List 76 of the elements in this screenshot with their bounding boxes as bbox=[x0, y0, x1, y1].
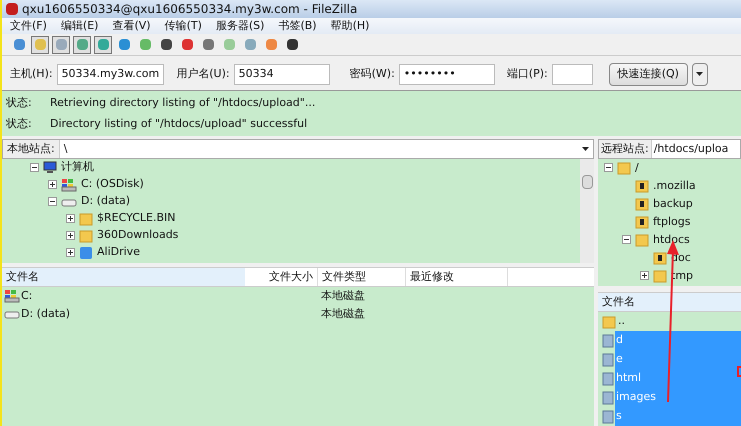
app-logo-icon bbox=[6, 3, 18, 15]
app-icon bbox=[79, 246, 93, 260]
unknown-folder-icon bbox=[635, 196, 649, 211]
port-label: 端口(P): bbox=[506, 66, 548, 82]
file-name[interactable]: D: (data) bbox=[21, 306, 70, 322]
folder-icon bbox=[653, 268, 667, 283]
column-header[interactable]: 文件大小 bbox=[245, 268, 317, 286]
expand-toggle[interactable] bbox=[66, 214, 75, 223]
password-label: 密码(W): bbox=[350, 66, 395, 82]
folder-icon bbox=[602, 390, 614, 404]
quickconnect-button[interactable]: 快速连接(Q) bbox=[608, 62, 688, 86]
menu-item[interactable]: 查看(V) bbox=[112, 18, 151, 34]
file-type: 本地磁盘 bbox=[321, 306, 365, 320]
unknown-folder-icon bbox=[653, 250, 667, 265]
unknown-folder-icon bbox=[635, 214, 649, 229]
menu-item[interactable]: 文件(F) bbox=[10, 18, 47, 34]
folder-icon bbox=[617, 160, 631, 175]
username-label: 用户名(U): bbox=[176, 66, 230, 82]
menu-item[interactable]: 帮助(H) bbox=[330, 18, 370, 34]
tree-item[interactable]: / bbox=[635, 160, 639, 176]
collapse-toggle[interactable] bbox=[48, 197, 57, 206]
log-label: 状态: bbox=[6, 94, 33, 110]
collapse-toggle[interactable] bbox=[622, 235, 631, 244]
host-label: 主机(H): bbox=[10, 66, 53, 82]
password-field[interactable]: •••••••• bbox=[398, 64, 495, 84]
tree-item[interactable]: 计算机 bbox=[61, 159, 94, 176]
caret-icon bbox=[696, 72, 704, 76]
host-field[interactable]: 50334.my3w.com bbox=[56, 64, 164, 84]
folder-icon bbox=[79, 228, 93, 242]
tree-item[interactable]: AliDrive bbox=[97, 244, 140, 261]
folder-icon bbox=[602, 372, 614, 386]
tree-item[interactable]: C: (OSDisk) bbox=[81, 176, 144, 193]
folder-icon bbox=[602, 314, 616, 328]
column-header[interactable]: 最近修改 bbox=[405, 268, 507, 286]
collapse-toggle[interactable] bbox=[30, 163, 39, 172]
folder-icon bbox=[602, 410, 614, 424]
tree-item[interactable]: ftplogs bbox=[653, 214, 690, 230]
expand-toggle[interactable] bbox=[640, 271, 649, 280]
folder-icon bbox=[79, 212, 93, 226]
log-label: 状态: bbox=[6, 116, 33, 132]
menu-item[interactable]: 服务器(S) bbox=[216, 18, 264, 34]
username-field[interactable]: 50334 bbox=[234, 64, 330, 84]
port-field[interactable] bbox=[552, 64, 593, 84]
drive-icon bbox=[4, 289, 20, 303]
tree-item[interactable]: .mozilla bbox=[653, 178, 696, 194]
file-type: 本地磁盘 bbox=[321, 288, 365, 302]
expand-toggle[interactable] bbox=[66, 231, 75, 240]
file-name[interactable]: C: bbox=[21, 288, 32, 304]
tree-item[interactable]: 360Downloads bbox=[97, 227, 178, 244]
column-header[interactable]: 文件类型 bbox=[317, 268, 405, 286]
menu-item[interactable]: 书签(B) bbox=[278, 18, 317, 34]
log-message: Directory listing of "/htdocs/upload" successful bbox=[50, 116, 308, 132]
unknown-folder-icon bbox=[635, 178, 649, 193]
tree-item[interactable]: D: (data) bbox=[81, 193, 130, 210]
drive-icon bbox=[61, 178, 77, 192]
folder-icon bbox=[602, 352, 614, 366]
collapse-toggle[interactable] bbox=[604, 163, 613, 172]
tree-item[interactable]: htdocs bbox=[653, 232, 690, 248]
folder-icon bbox=[602, 334, 614, 348]
window-title: qxu1606550334@qxu1606550334.my3w.com - FileZilla bbox=[22, 1, 358, 18]
menu-item[interactable]: 传输(T) bbox=[164, 18, 202, 34]
tree-item[interactable]: backup bbox=[653, 196, 693, 212]
drive-icon bbox=[4, 309, 20, 319]
column-header[interactable]: 文件名 bbox=[2, 268, 245, 286]
annotation-marker bbox=[737, 366, 741, 377]
log-message: Retrieving directory listing of "/htdocs/upload"... bbox=[50, 94, 316, 110]
drive-icon bbox=[61, 196, 77, 206]
scrollbar[interactable] bbox=[580, 159, 594, 263]
folder-icon bbox=[635, 232, 649, 247]
menu-item[interactable]: 编辑(E) bbox=[60, 18, 98, 34]
computer-icon bbox=[43, 161, 57, 174]
file-name[interactable]: .. bbox=[617, 312, 741, 331]
dropdown-button[interactable] bbox=[692, 62, 708, 86]
expand-toggle[interactable] bbox=[66, 248, 75, 257]
expand-toggle[interactable] bbox=[48, 180, 57, 189]
tree-item[interactable]: $RECYCLE.BIN bbox=[97, 210, 176, 227]
